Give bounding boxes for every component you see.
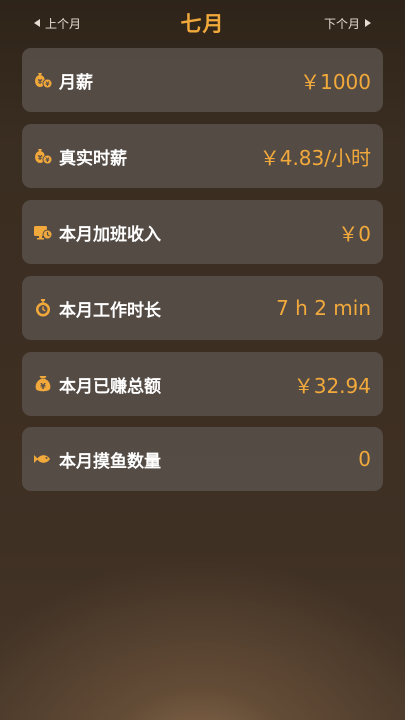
next-month-button[interactable]: 下个月 — [324, 14, 371, 32]
card-label: 本月工作时长 — [59, 300, 161, 321]
svg-text:¥: ¥ — [40, 382, 46, 391]
card-label: 本月已赚总额 — [59, 376, 161, 397]
yuan-bag-icon: ¥ — [33, 374, 53, 394]
card-label: 本月加班收入 — [59, 224, 161, 245]
total-earned-card: ¥ 本月已赚总额 ￥32.94 — [22, 352, 383, 416]
card-label: 月薪 — [59, 72, 93, 93]
stopwatch-icon — [33, 298, 53, 318]
card-label: 本月摸鱼数量 — [59, 451, 161, 472]
next-month-label: 下个月 — [323, 16, 360, 31]
card-value: ￥0 — [338, 221, 371, 246]
real-hourly-wage-card: ¥ ¥ 真实时薪 ￥4.83/小时 — [22, 124, 383, 188]
triangle-right-icon — [365, 19, 371, 27]
card-value: ￥1000 — [300, 69, 371, 94]
svg-text:¥: ¥ — [38, 154, 43, 162]
monthly-salary-card: ¥ ¥ 月薪 ￥1000 — [22, 48, 383, 112]
month-header: 上个月 七月 下个月 — [0, 0, 405, 46]
card-value: ￥4.83/小时 — [259, 145, 371, 170]
card-value: 7 h 2 min — [276, 296, 371, 320]
card-label: 真实时薪 — [59, 148, 127, 169]
overtime-income-card: 本月加班收入 ￥0 — [22, 200, 383, 264]
fish-icon — [33, 449, 53, 469]
money-bag-icon: ¥ ¥ — [33, 146, 53, 166]
svg-text:¥: ¥ — [38, 78, 43, 86]
overtime-clock-icon — [33, 222, 53, 242]
money-bag-icon: ¥ ¥ — [33, 70, 53, 90]
card-value: ￥32.94 — [293, 373, 371, 398]
card-value: 0 — [358, 447, 371, 471]
work-hours-card: 本月工作时长 7 h 2 min — [22, 276, 383, 340]
slacking-count-card: 本月摸鱼数量 0 — [22, 427, 383, 491]
